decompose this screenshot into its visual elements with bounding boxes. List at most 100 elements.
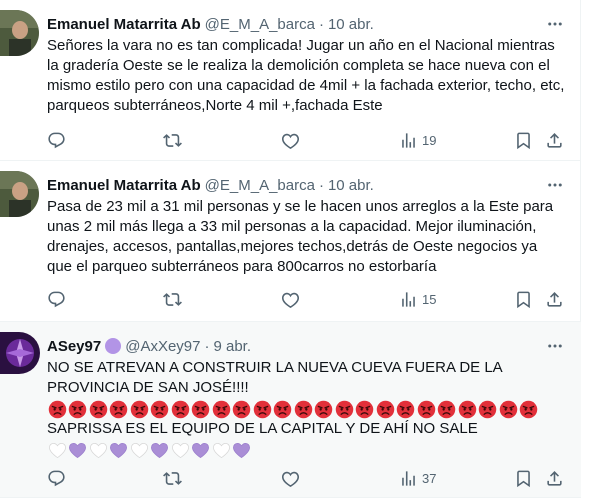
avatar[interactable]: [0, 332, 40, 374]
angry-face-emoji-icon: [109, 399, 129, 419]
avatar[interactable]: [0, 10, 39, 56]
reply-button[interactable]: [47, 289, 66, 309]
angry-face-emoji-icon: [232, 399, 252, 419]
tweet-header: ASey97 @AxXey97 · 9 abr.: [47, 336, 567, 356]
reply-button[interactable]: [47, 130, 66, 150]
display-name[interactable]: Emanuel Matarrita Ab: [47, 16, 201, 33]
reply-icon: [48, 470, 65, 486]
reply-button[interactable]: [47, 468, 66, 488]
tweet[interactable]: Emanuel Matarrita Ab @E_M_A_barca · 10 a…: [0, 0, 581, 161]
angry-face-emoji-icon: [437, 399, 457, 419]
views-count: 19: [422, 132, 437, 148]
angry-face-emoji-icon: [273, 399, 293, 419]
retweet-icon: [163, 292, 182, 306]
bookmark-button[interactable]: [514, 130, 533, 150]
angry-face-emoji-icon: [498, 399, 518, 419]
views-count: 15: [422, 291, 437, 307]
share-icon: [547, 470, 562, 486]
tweet-text-line2: SAPRISSA ES EL EQUIPO DE LA CAPITAL Y DE…: [47, 420, 478, 437]
angry-face-emoji-icon: [88, 399, 108, 419]
separator: ·: [318, 15, 324, 33]
purple-heart-emoji-icon: [191, 440, 211, 460]
reply-icon: [48, 291, 65, 307]
display-name[interactable]: ASey97: [47, 338, 101, 355]
user-handle[interactable]: @E_M_A_barca: [205, 177, 315, 194]
angry-face-emoji-icon: [252, 399, 272, 419]
user-handle[interactable]: @E_M_A_barca: [205, 16, 315, 33]
white-heart-emoji-icon: [170, 440, 190, 460]
retweet-icon: [163, 133, 182, 147]
tweet[interactable]: Emanuel Matarrita Ab @E_M_A_barca · 10 a…: [0, 161, 581, 322]
action-bar: 37: [47, 468, 567, 488]
more-icon[interactable]: [545, 336, 565, 356]
more-icon[interactable]: [545, 175, 565, 195]
views-icon: [402, 470, 415, 486]
display-name[interactable]: Emanuel Matarrita Ab: [47, 177, 201, 194]
tweet-text-line1: NO SE ATREVAN A CONSTRUIR LA NUEVA CUEVA…: [47, 359, 507, 396]
angry-face-emoji-icon: [355, 399, 375, 419]
retweet-icon: [163, 471, 182, 485]
views-icon: [402, 291, 415, 307]
purple-heart-emoji-icon: [68, 440, 88, 460]
views-button[interactable]: 19: [399, 130, 436, 150]
timestamp[interactable]: 9 abr.: [213, 338, 251, 355]
angry-face-emoji-icon: [519, 399, 539, 419]
bookmark-icon: [517, 470, 530, 487]
heart-icon: [281, 133, 300, 149]
purple-heart-emoji-icon: [232, 440, 252, 460]
retweet-button[interactable]: [163, 289, 182, 309]
action-bar: 19: [47, 130, 567, 150]
heart-icon: [281, 292, 300, 308]
like-button[interactable]: [281, 468, 300, 488]
share-button[interactable]: [545, 468, 564, 488]
tweet[interactable]: ASey97 @AxXey97 · 9 abr. NO SE ATREVAN A…: [0, 322, 581, 498]
tweet-header: Emanuel Matarrita Ab @E_M_A_barca · 10 a…: [47, 175, 567, 195]
angry-face-emoji-icon: [478, 399, 498, 419]
heart-icon: [281, 471, 300, 487]
retweet-button[interactable]: [163, 468, 182, 488]
timestamp[interactable]: 10 abr.: [328, 177, 374, 194]
angry-face-emoji-icon: [375, 399, 395, 419]
bookmark-button[interactable]: [514, 289, 533, 309]
angry-face-emoji-icon: [170, 399, 190, 419]
angry-face-emoji-icon: [416, 399, 436, 419]
tweet-text: Pasa de 23 mil a 31 mil personas y se le…: [47, 198, 558, 275]
white-heart-emoji-icon: [211, 440, 231, 460]
purple-heart-emoji-icon: [109, 440, 129, 460]
share-button[interactable]: [545, 130, 564, 150]
separator: ·: [318, 176, 324, 194]
angry-face-emoji-icon: [68, 399, 88, 419]
user-handle[interactable]: @AxXey97: [125, 338, 200, 355]
verified-badge-icon: [105, 338, 122, 354]
tweet-text: Señores la vara no es tan complicada! Ju…: [47, 37, 569, 114]
share-icon: [547, 291, 562, 307]
retweet-button[interactable]: [163, 130, 182, 150]
views-icon: [402, 132, 415, 148]
more-icon[interactable]: [545, 14, 565, 34]
bookmark-icon: [517, 132, 530, 149]
white-heart-emoji-icon: [88, 440, 108, 460]
like-button[interactable]: [281, 130, 300, 150]
reply-icon: [48, 132, 65, 148]
bookmark-button[interactable]: [514, 468, 533, 488]
angry-face-emoji-icon: [211, 399, 231, 419]
share-icon: [547, 132, 562, 148]
timeline: Emanuel Matarrita Ab @E_M_A_barca · 10 a…: [0, 0, 581, 498]
separator: ·: [204, 337, 210, 355]
purple-heart-emoji-icon: [150, 440, 170, 460]
action-bar: 15: [47, 289, 567, 309]
views-button[interactable]: 15: [399, 289, 436, 309]
angry-face-emoji-icon: [150, 399, 170, 419]
timestamp[interactable]: 10 abr.: [328, 16, 374, 33]
angry-face-emoji-icon: [396, 399, 416, 419]
angry-emoji-row: [47, 399, 567, 419]
angry-face-emoji-icon: [293, 399, 313, 419]
views-button[interactable]: 37: [399, 468, 436, 488]
share-button[interactable]: [545, 289, 564, 309]
like-button[interactable]: [281, 289, 300, 309]
angry-face-emoji-icon: [191, 399, 211, 419]
tweet-header: Emanuel Matarrita Ab @E_M_A_barca · 10 a…: [47, 14, 567, 34]
views-count: 37: [422, 470, 437, 486]
angry-face-emoji-icon: [314, 399, 334, 419]
avatar[interactable]: [0, 171, 39, 217]
